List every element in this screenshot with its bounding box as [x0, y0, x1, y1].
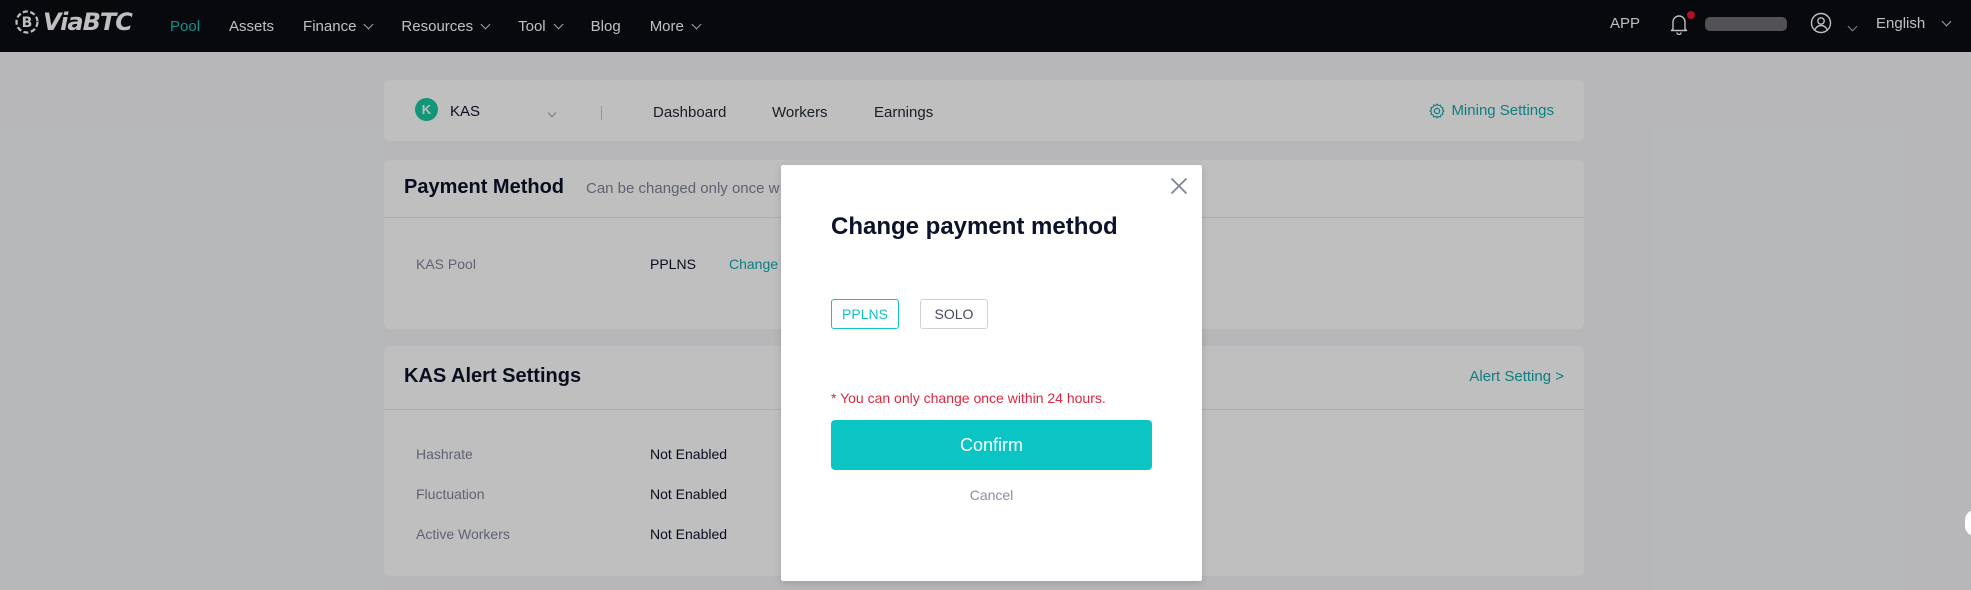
option-pplns[interactable]: PPLNS [831, 299, 899, 329]
confirm-button[interactable]: Confirm [831, 420, 1152, 470]
close-icon[interactable] [1168, 175, 1190, 197]
cancel-button[interactable]: Cancel [831, 487, 1152, 503]
change-limit-note: * You can only change once within 24 hou… [831, 390, 1106, 406]
modal-title: Change payment method [831, 213, 1118, 240]
change-payment-modal: Change payment method PPLNS SOLO * You c… [781, 165, 1202, 581]
option-solo[interactable]: SOLO [920, 299, 988, 329]
